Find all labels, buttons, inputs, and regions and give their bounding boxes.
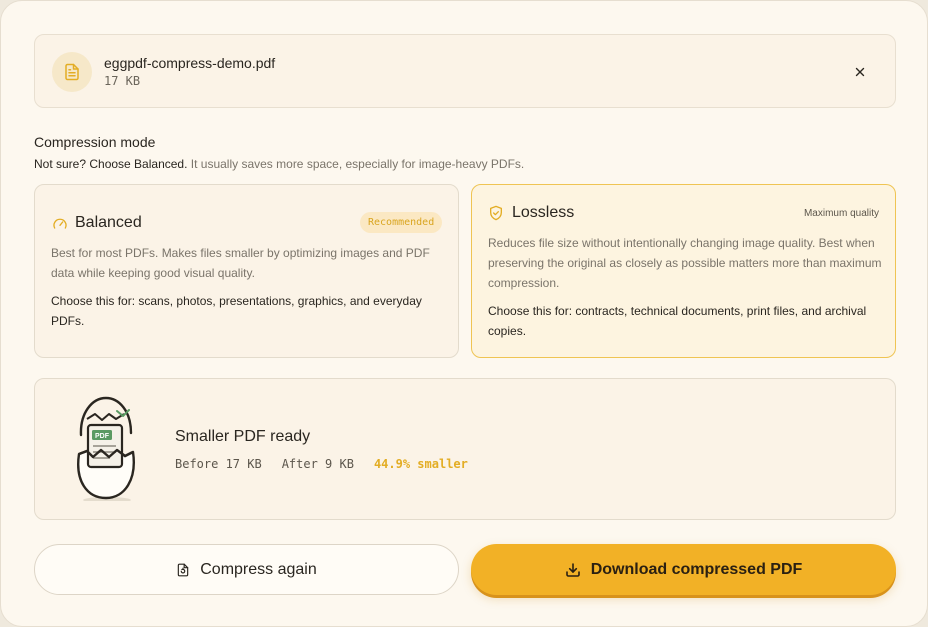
result-title: Smaller PDF ready [175,428,311,445]
option-title: Balanced [75,214,142,231]
compress-again-button[interactable]: Compress again [34,544,459,595]
shield-check-icon [490,205,502,221]
compress-panel: eggpdf-compress-demo.pdf 17 KB Compressi… [0,0,928,627]
download-label: Download compressed PDF [590,560,803,578]
option-description: Reduces file size without intentionally … [488,236,882,290]
compression-mode-hint: Not sure? Choose Balanced. It usually sa… [34,157,524,171]
option-title: Lossless [512,204,575,221]
hint-strong: Not sure? Choose Balanced. [34,157,188,171]
recommended-badge: Recommended [360,212,443,233]
close-icon [855,67,865,77]
result-stats: Before 17 KB After 9 KB 44.9% smaller [175,457,468,471]
compression-mode-heading: Compression mode [34,134,156,150]
size-after: After 9 KB [281,457,354,471]
file-refresh-icon [178,563,189,576]
option-use-cases: Choose this for: scans, photos, presenta… [51,294,422,328]
hatching-egg-pdf-illustration: PDF [77,396,135,501]
file-size: 17 KB [104,74,141,88]
size-reduction: 44.9% smaller [373,457,468,471]
maximum-quality-tag: Maximum quality [803,208,879,219]
compress-again-label: Compress again [200,560,317,578]
mode-option-balanced[interactable]: Balanced Recommended Best for most PDFs.… [34,184,459,358]
document-icon [52,52,92,92]
illustration-pdf-label: PDF [95,433,110,440]
remove-file-button[interactable] [849,61,871,83]
option-use-cases: Choose this for: contracts, technical do… [488,304,867,338]
download-compressed-button[interactable]: Download compressed PDF [471,544,896,595]
file-name: eggpdf-compress-demo.pdf [104,55,276,71]
size-before: Before 17 KB [175,457,262,471]
mode-option-lossless[interactable]: Lossless Maximum quality Reduces file si… [471,184,896,358]
file-card: eggpdf-compress-demo.pdf 17 KB [34,34,896,108]
gauge-icon [53,218,67,229]
option-description: Best for most PDFs. Makes files smaller … [51,246,430,280]
result-card: PDF Smaller PDF ready Before 17 KB After… [34,378,896,520]
hint-rest: It usually saves more space, especially … [187,157,525,171]
download-icon [565,562,580,577]
